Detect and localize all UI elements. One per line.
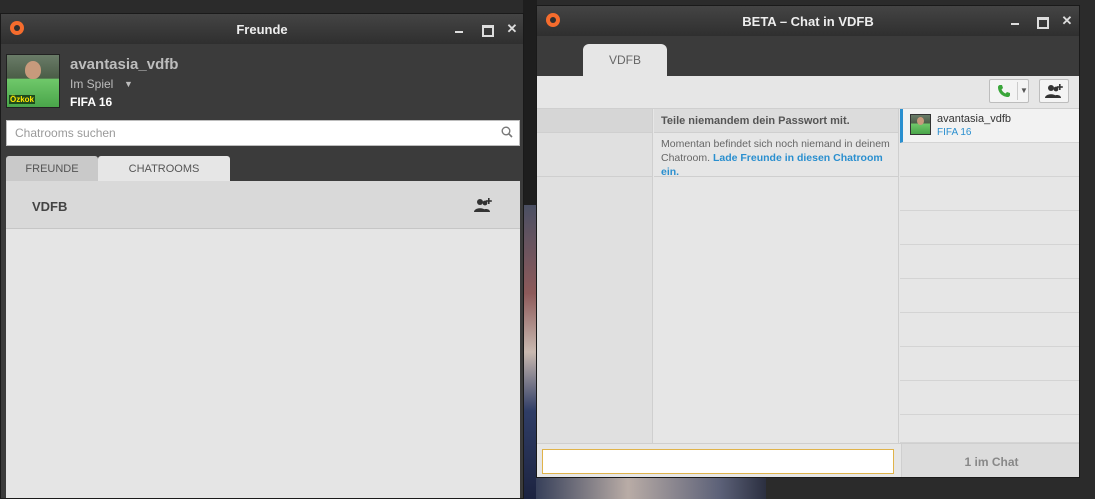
message-input-bar: 1 im Chat xyxy=(537,443,1079,477)
profile-username: avantasia_vdfb xyxy=(70,56,179,73)
add-user-icon xyxy=(1045,84,1063,98)
empty-row xyxy=(900,279,1079,313)
friends-tabs: FREUNDE CHATROOMS xyxy=(6,156,520,182)
tab-vdfb[interactable]: VDFB xyxy=(583,44,667,76)
minimize-button[interactable] xyxy=(1007,13,1023,29)
chatroom-list: VDFB xyxy=(6,181,520,498)
chat-window-title: BETA – Chat in VDFB xyxy=(742,14,874,29)
friends-window: Freunde ✕ Özkok avantasia_vdfb Im Spiel … xyxy=(0,13,524,499)
empty-row xyxy=(900,177,1079,211)
add-user-icon[interactable] xyxy=(474,197,492,213)
chat-titlebar[interactable]: BETA – Chat in VDFB ✕ xyxy=(537,6,1079,36)
close-button[interactable]: ✕ xyxy=(1059,13,1075,29)
close-button[interactable]: ✕ xyxy=(504,21,520,37)
chevron-down-icon[interactable]: ▼ xyxy=(124,79,133,89)
background-game-art-bottom xyxy=(536,478,766,499)
participant-count: 1 im Chat xyxy=(901,444,1079,477)
minimize-button[interactable] xyxy=(451,21,467,37)
phone-icon xyxy=(998,85,1010,97)
empty-row xyxy=(900,313,1079,347)
empty-row xyxy=(900,415,1079,443)
avatar-badge-text: Özkok xyxy=(9,95,36,104)
participant-count-label: 1 im Chat xyxy=(964,455,1019,469)
chat-message-area: Teile niemandem dein Passwort mit. Momen… xyxy=(654,109,899,443)
tab-chatrooms[interactable]: CHATROOMS xyxy=(98,156,230,182)
password-warning: Teile niemandem dein Passwort mit. xyxy=(654,109,898,133)
chatroom-name: VDFB xyxy=(32,199,68,214)
friends-titlebar[interactable]: Freunde ✕ xyxy=(1,14,523,44)
maximize-button[interactable] xyxy=(478,21,494,37)
presence-status-dropdown[interactable]: Im Spiel xyxy=(70,77,113,91)
search-input[interactable] xyxy=(7,121,519,145)
empty-row xyxy=(900,245,1079,279)
current-game: FIFA 16 xyxy=(70,95,113,109)
chevron-down-icon[interactable]: ▼ xyxy=(1020,86,1028,95)
friends-window-title: Freunde xyxy=(236,22,288,37)
empty-row xyxy=(900,211,1079,245)
message-input[interactable] xyxy=(542,449,894,474)
list-item[interactable]: avantasia_vdfb FIFA 16 xyxy=(900,109,1079,143)
empty-room-message: Momentan befindet sich noch niemand in d… xyxy=(654,133,898,178)
password-warning-text: Teile niemandem dein Passwort mit. xyxy=(661,115,850,127)
member-list: avantasia_vdfb FIFA 16 xyxy=(900,109,1079,443)
tab-friends[interactable]: FREUNDE xyxy=(6,156,98,182)
chat-side-column xyxy=(537,109,653,443)
list-item[interactable]: VDFB xyxy=(6,181,520,229)
empty-row xyxy=(900,143,1079,177)
add-user-button[interactable] xyxy=(1039,79,1069,103)
chat-toolbar: ▼ xyxy=(537,76,1079,109)
avatar[interactable]: Özkok xyxy=(6,54,60,108)
member-game: FIFA 16 xyxy=(937,127,972,138)
chatroom-search xyxy=(6,120,520,146)
profile-header: Özkok avantasia_vdfb Im Spiel ▼ FIFA 16 xyxy=(1,44,523,128)
maximize-button[interactable] xyxy=(1033,13,1049,29)
empty-row xyxy=(900,381,1079,415)
chat-window: BETA – Chat in VDFB ✕ VDFB ▼ Teile niema… xyxy=(536,5,1080,478)
avatar xyxy=(910,114,931,135)
empty-row xyxy=(900,347,1079,381)
chat-tabstrip: VDFB xyxy=(537,36,1079,76)
voice-call-button[interactable]: ▼ xyxy=(989,79,1029,103)
search-icon[interactable] xyxy=(501,126,513,138)
member-name: avantasia_vdfb xyxy=(937,113,1011,125)
